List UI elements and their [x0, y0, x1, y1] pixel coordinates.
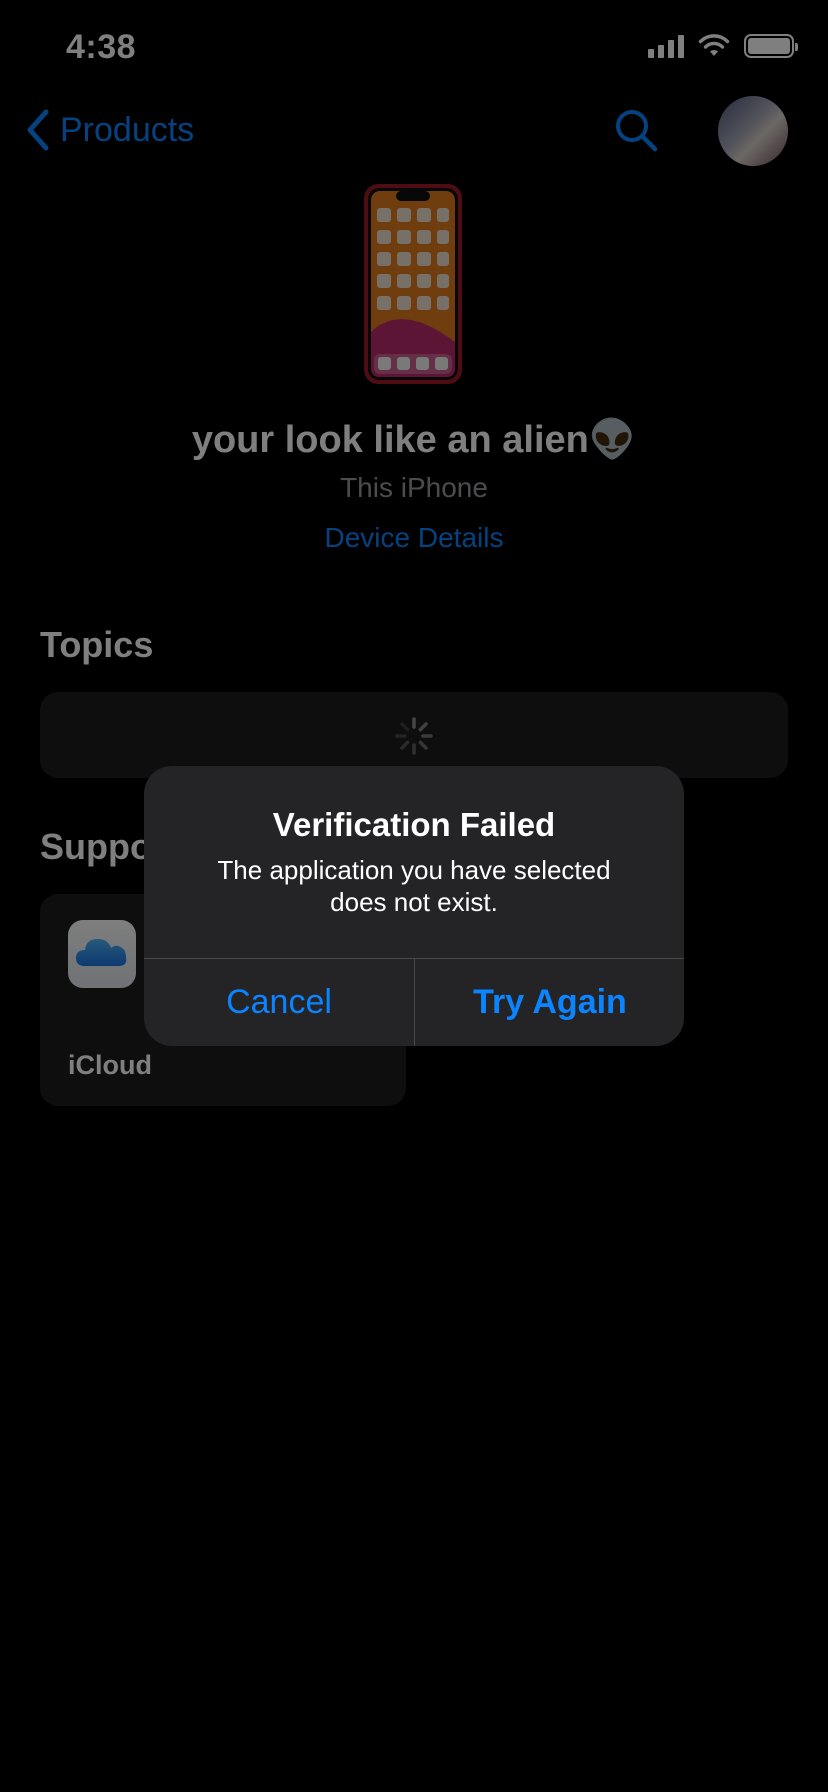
- try-again-button[interactable]: Try Again: [415, 959, 684, 1046]
- verification-failed-alert: Verification Failed The application you …: [144, 766, 684, 1046]
- cancel-button[interactable]: Cancel: [144, 959, 414, 1046]
- alert-message: The application you have selected does n…: [217, 855, 611, 917]
- alert-title: Verification Failed: [272, 806, 556, 843]
- app-screen: 4:38 Products: [0, 0, 828, 1792]
